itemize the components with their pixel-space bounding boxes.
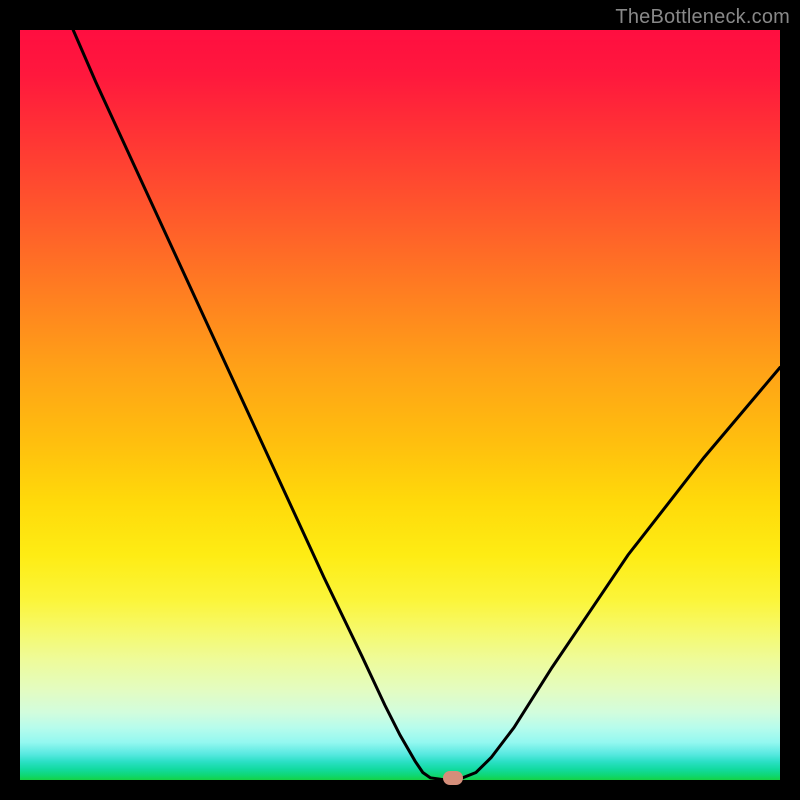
watermark-text: TheBottleneck.com (615, 6, 790, 29)
plot-area (20, 30, 780, 780)
chart-container: TheBottleneck.com (0, 0, 800, 800)
heatmap-background (20, 30, 780, 780)
optimum-marker (443, 771, 463, 785)
